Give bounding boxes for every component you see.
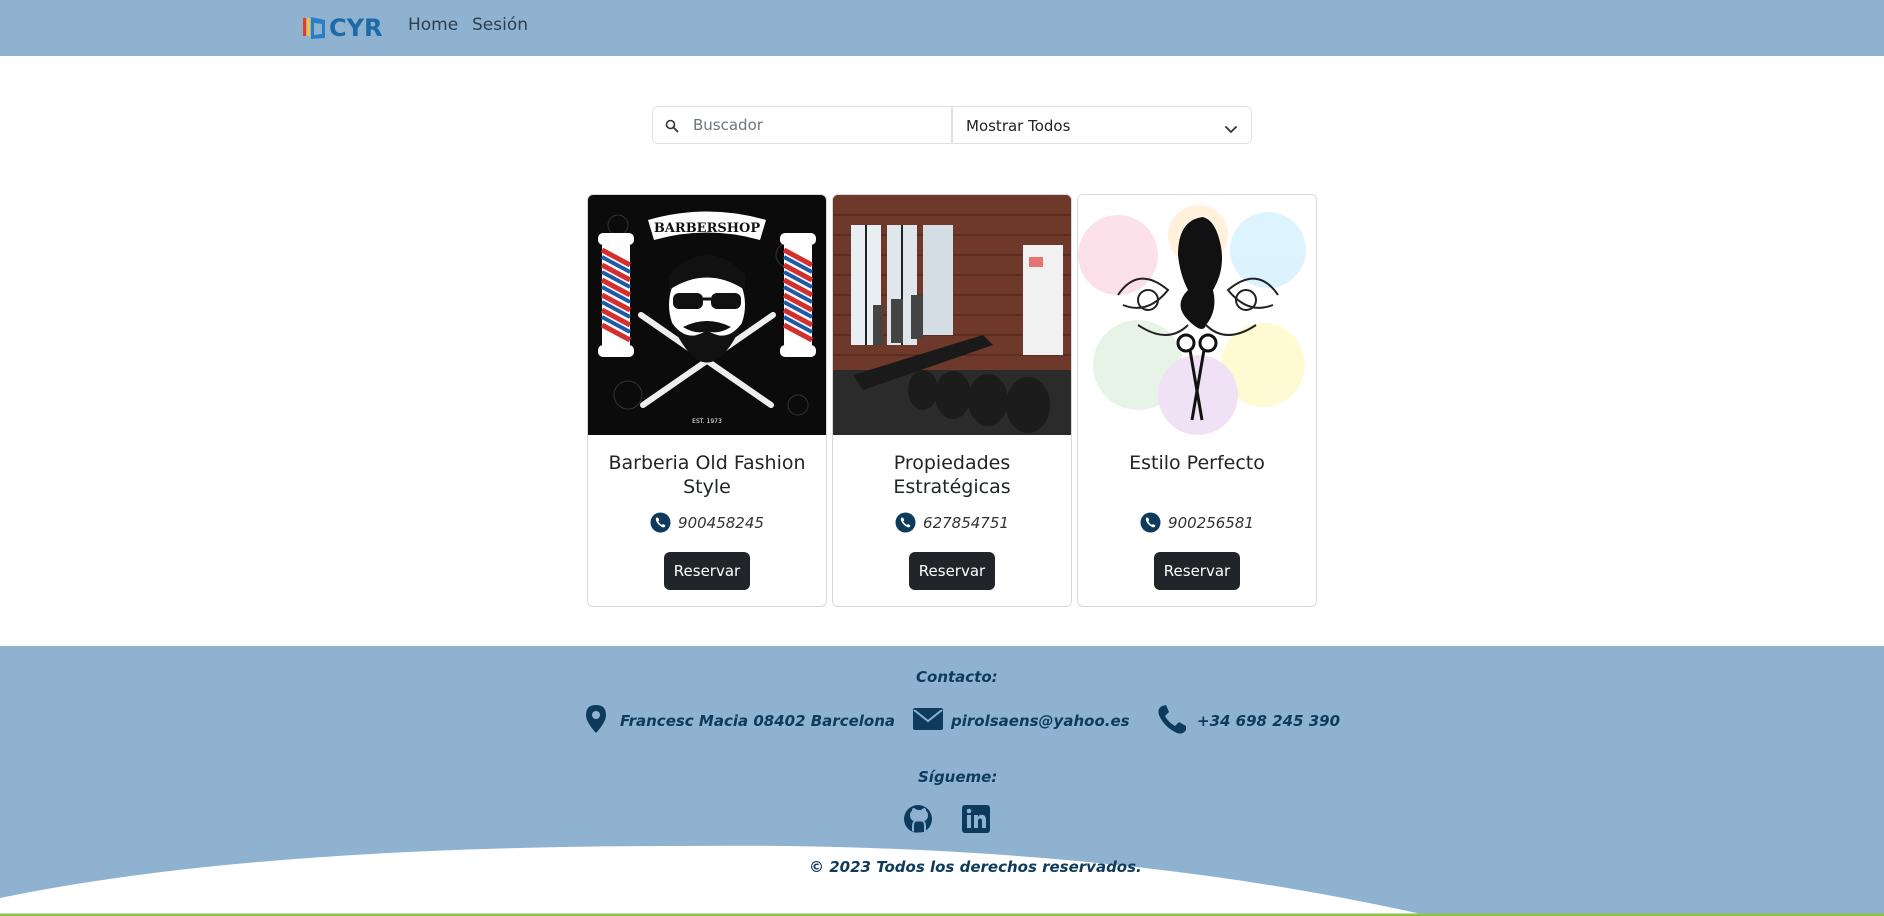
office-photo-image (833, 195, 1071, 435)
phone-icon (1157, 705, 1187, 739)
card-phone: 627854751 (833, 512, 1071, 533)
copyright-text: © 2023 Todos los derechos reservados. (809, 858, 1142, 876)
chevron-down-icon (1225, 120, 1237, 133)
card-title: Barberia Old Fashion Style (608, 452, 806, 498)
contact-heading: Contacto: (916, 668, 998, 686)
search-icon (665, 118, 679, 133)
card-phone: 900458245 (588, 512, 826, 533)
card-title: Estilo Perfecto (1129, 452, 1265, 474)
category-filter-select[interactable]: Mostrar Todos (952, 106, 1252, 144)
brand-name: CYR (329, 14, 383, 42)
brand-logo[interactable]: CYR (303, 13, 382, 43)
filter-selected-value: Mostrar Todos (966, 117, 1071, 135)
business-card: Estilo Perfecto 900256581 Reservar (1077, 194, 1317, 607)
business-card: Propiedades Estratégicas 627854751 Reser… (832, 194, 1072, 607)
footer: Contacto: Francesc Macia 08402 Barcelona… (0, 646, 1884, 916)
brand-logo-icon (303, 15, 327, 41)
footer-email-link[interactable]: pirolsaens@yahoo.es (951, 712, 1130, 730)
card-phone-number: 900256581 (1168, 513, 1254, 532)
nav-session-link[interactable]: Sesión (472, 15, 528, 35)
github-icon[interactable] (903, 804, 933, 838)
card-phone-number: 900458245 (678, 513, 764, 532)
footer-address: Francesc Macia 08402 Barcelona (620, 712, 896, 730)
envelope-icon (913, 708, 943, 734)
search-input[interactable] (693, 107, 943, 143)
barbershop-banner-text: BARBERSHOP (654, 221, 761, 236)
footer-phone: +34 698 245 390 (1197, 712, 1341, 730)
phone-circle-icon (895, 512, 916, 533)
card-phone-number: 627854751 (923, 513, 1009, 532)
barbershop-logo-image: BARBERSHOP EST. 1973 (588, 195, 826, 435)
business-card: BARBERSHOP EST. 1973 Barberia Old Fashio… (587, 194, 827, 607)
card-title: Propiedades Estratégicas (893, 452, 1011, 498)
phone-circle-icon (650, 512, 671, 533)
nav-home-link[interactable]: Home (408, 15, 458, 35)
salon-logo-image (1078, 195, 1316, 435)
barbershop-est-text: EST. 1973 (692, 418, 722, 425)
phone-circle-icon (1140, 512, 1161, 533)
location-pin-icon (585, 704, 607, 738)
card-phone: 900256581 (1078, 512, 1316, 533)
reserve-button[interactable]: Reservar (909, 552, 995, 590)
navbar: CYR Home Sesión (0, 0, 1884, 56)
follow-heading: Sígueme: (918, 768, 998, 786)
reserve-button[interactable]: Reservar (664, 552, 750, 590)
search-field[interactable] (652, 106, 952, 144)
linkedin-icon[interactable] (962, 805, 990, 837)
reserve-button[interactable]: Reservar (1154, 552, 1240, 590)
